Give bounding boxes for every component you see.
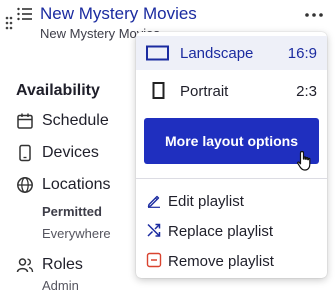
calendar-icon (16, 112, 34, 130)
roles-value: Admin (42, 278, 79, 293)
locations-status: Permitted (42, 204, 102, 219)
menu-item-remove-playlist[interactable]: Remove playlist (136, 248, 327, 274)
locations-value: Everywhere (42, 226, 111, 241)
landscape-ratio: 16:9 (287, 44, 317, 62)
more-layout-options-button[interactable]: More layout options (144, 118, 319, 164)
portrait-icon (152, 82, 166, 105)
locations-label: Locations (42, 176, 111, 193)
hand-pointer-icon (296, 150, 314, 177)
menu-item-portrait[interactable]: Portrait 2:3 (136, 74, 327, 108)
devices-label: Devices (42, 144, 99, 161)
users-icon (16, 256, 34, 274)
device-icon (16, 144, 34, 162)
more-options-button[interactable] (302, 7, 326, 23)
globe-icon (16, 176, 34, 194)
shuffle-icon (146, 222, 162, 243)
schedule-item[interactable]: Schedule (16, 112, 109, 130)
remove-icon (146, 252, 162, 273)
locations-item[interactable]: Locations (16, 176, 111, 194)
devices-item[interactable]: Devices (16, 144, 99, 162)
menu-item-replace-playlist[interactable]: Replace playlist (136, 218, 327, 244)
roles-label: Roles (42, 256, 83, 273)
menu-divider (136, 178, 327, 179)
roles-item[interactable]: Roles (16, 256, 83, 274)
ellipsis-icon (305, 13, 323, 17)
availability-heading: Availability (16, 82, 100, 99)
pencil-icon (146, 192, 162, 213)
menu-item-landscape[interactable]: Landscape 16:9 (136, 36, 327, 70)
portrait-ratio: 2:3 (296, 82, 317, 100)
replace-playlist-label: Replace playlist (168, 222, 274, 240)
portrait-label: Portrait (180, 82, 229, 100)
landscape-icon (146, 45, 170, 66)
playlist-icon (17, 7, 33, 26)
remove-playlist-label: Remove playlist (168, 252, 274, 270)
menu-item-edit-playlist[interactable]: Edit playlist (136, 188, 327, 214)
schedule-label: Schedule (42, 112, 109, 129)
landscape-label: Landscape (180, 44, 254, 62)
drag-handle-icon[interactable] (5, 16, 13, 35)
playlist-title[interactable]: New Mystery Movies (40, 4, 197, 24)
edit-playlist-label: Edit playlist (168, 192, 244, 210)
